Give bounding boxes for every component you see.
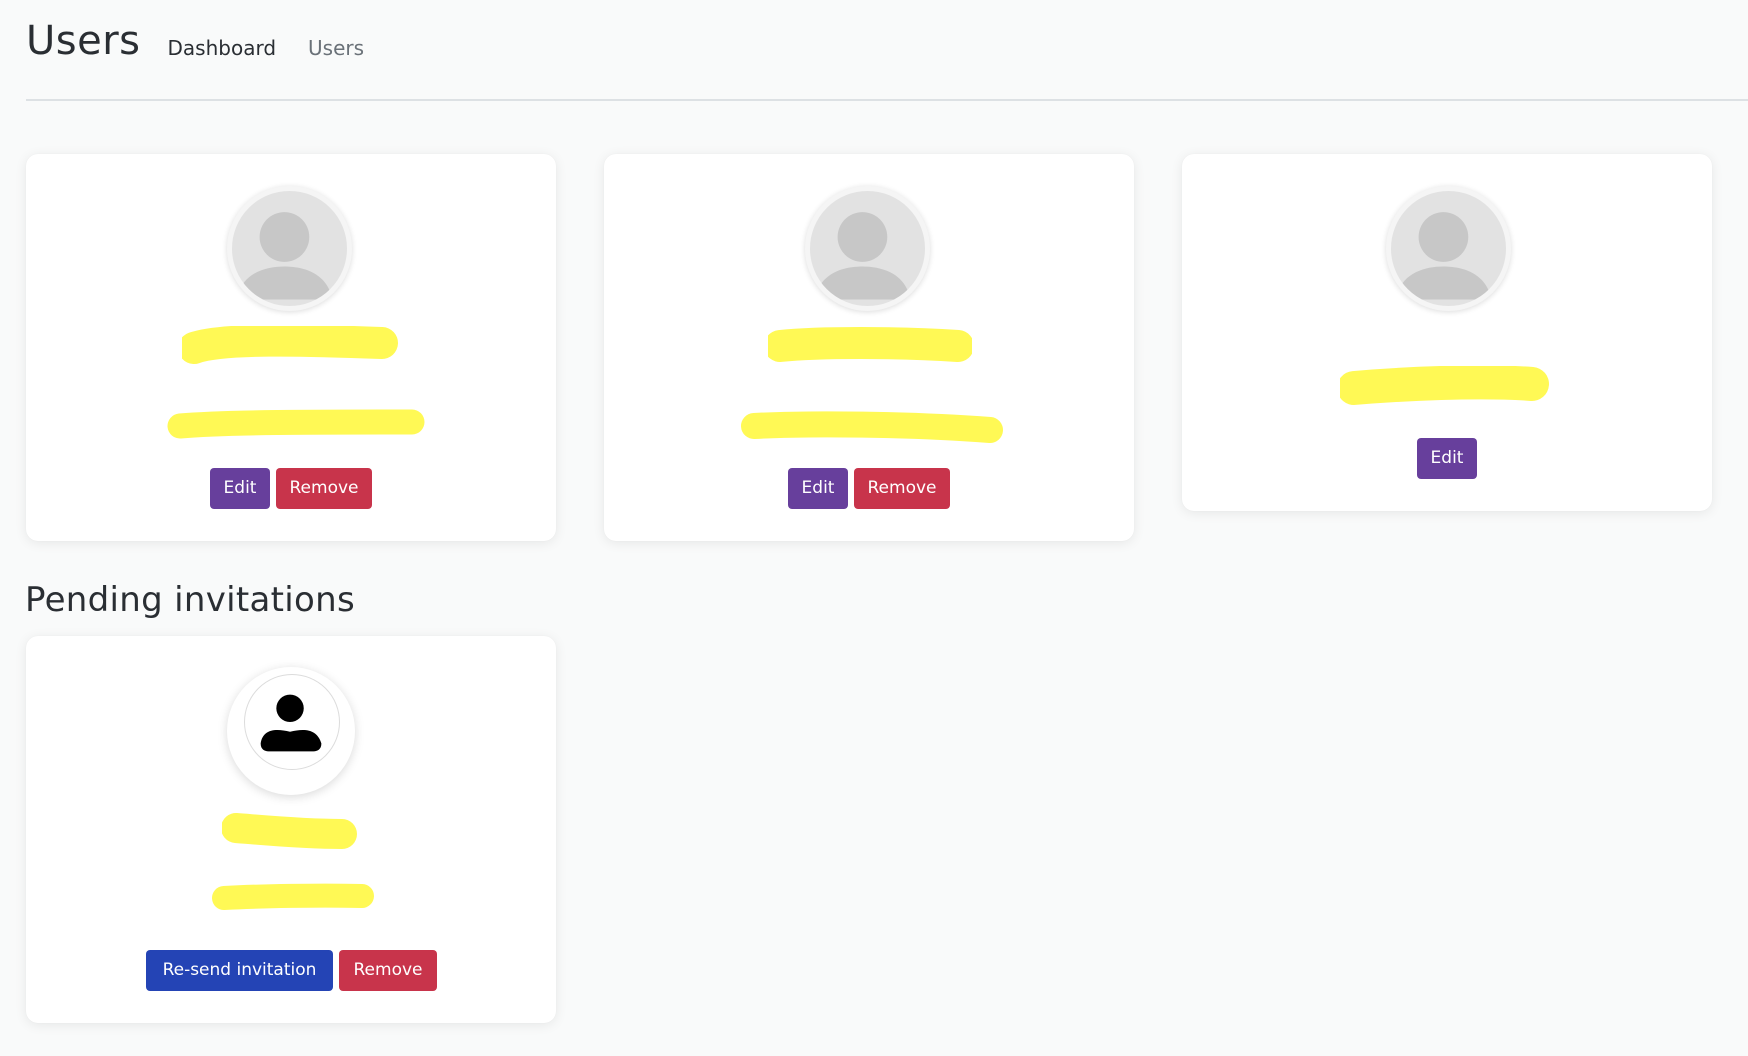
redacted-user-name: [768, 327, 972, 362]
redacted-invitee-name: [222, 813, 357, 849]
avatar: [1386, 186, 1511, 311]
person-silhouette-icon: [236, 212, 333, 300]
section-title-pending: Pending invitations: [25, 580, 355, 620]
resend-invitation-button[interactable]: Re-send invitation: [146, 950, 333, 991]
person-silhouette-icon: [1395, 212, 1492, 300]
redacted-user-email: [167, 409, 425, 439]
redacted-user-email: [741, 411, 1003, 443]
redacted-invitee-email: [212, 883, 374, 910]
user-card: Edit Remove: [604, 154, 1134, 541]
invitation-card: Re-send invitation Remove: [26, 636, 556, 1023]
edit-button[interactable]: Edit: [788, 468, 848, 509]
remove-button[interactable]: Remove: [854, 468, 950, 509]
avatar: [227, 186, 352, 311]
avatar: [805, 186, 930, 311]
breadcrumb-users[interactable]: Users: [308, 38, 364, 61]
avatar: [227, 667, 355, 795]
breadcrumb-dashboard[interactable]: Dashboard: [168, 38, 277, 61]
user-card: Edit: [1182, 154, 1712, 511]
user-card: Edit Remove: [26, 154, 556, 541]
avatar-inner-ring: [244, 674, 340, 770]
edit-button[interactable]: Edit: [210, 468, 270, 509]
person-silhouette-icon: [814, 212, 911, 300]
redacted-user-name: [182, 326, 398, 364]
remove-button[interactable]: Remove: [276, 468, 372, 509]
redacted-user-name: [1340, 366, 1549, 405]
person-icon: [260, 694, 322, 752]
remove-button[interactable]: Remove: [339, 950, 437, 991]
page-title: Users: [26, 18, 141, 64]
edit-button[interactable]: Edit: [1417, 438, 1477, 479]
page-header: Users Dashboard Users: [26, 0, 1748, 101]
